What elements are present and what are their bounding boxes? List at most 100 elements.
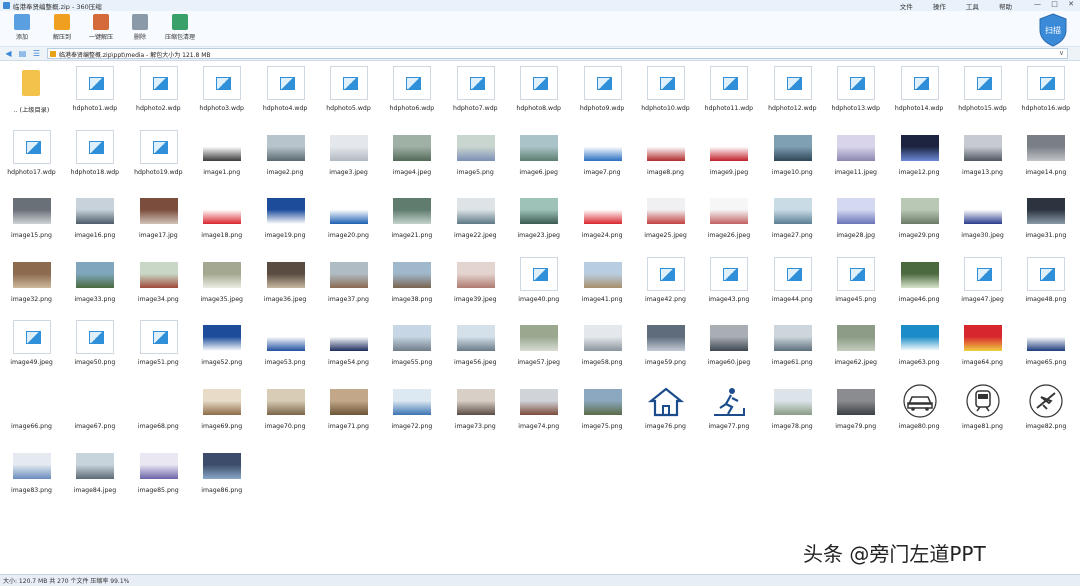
file-item[interactable]: image58.png: [571, 316, 634, 378]
file-item[interactable]: image36.jpeg: [254, 253, 317, 315]
file-item[interactable]: image8.png: [634, 126, 697, 188]
file-item[interactable]: image38.png: [380, 253, 443, 315]
file-item[interactable]: hdphoto9.wdp: [571, 62, 634, 124]
file-item[interactable]: image12.png: [888, 126, 951, 188]
file-item[interactable]: hdphoto10.wdp: [634, 62, 697, 124]
file-item[interactable]: image40.png: [507, 253, 570, 315]
file-item[interactable]: image24.png: [571, 189, 634, 251]
file-item[interactable]: image5.png: [444, 126, 507, 188]
extract-to-button[interactable]: 解压到: [42, 14, 82, 41]
file-item[interactable]: image57.jpeg: [507, 316, 570, 378]
file-item[interactable]: image15.png: [0, 189, 63, 251]
file-item[interactable]: image81.png: [951, 380, 1014, 442]
file-item[interactable]: hdphoto14.wdp: [888, 62, 951, 124]
file-item[interactable]: image50.png: [63, 316, 126, 378]
file-item[interactable]: hdphoto12.wdp: [761, 62, 824, 124]
file-item[interactable]: image25.jpeg: [634, 189, 697, 251]
file-item[interactable]: image21.png: [380, 189, 443, 251]
file-item[interactable]: image70.png: [254, 380, 317, 442]
delete-button[interactable]: 删除: [120, 14, 160, 41]
file-item[interactable]: image86.png: [190, 444, 253, 506]
security-shield-icon[interactable]: 扫描: [1038, 13, 1068, 47]
file-item[interactable]: image65.png: [1014, 316, 1077, 378]
file-item[interactable]: hdphoto7.wdp: [444, 62, 507, 124]
file-item[interactable]: image2.png: [254, 126, 317, 188]
file-item[interactable]: image11.jpeg: [824, 126, 887, 188]
file-item[interactable]: image7.png: [571, 126, 634, 188]
archive-clean-button[interactable]: 压缩包清理: [158, 14, 202, 41]
file-item[interactable]: image85.png: [127, 444, 190, 506]
file-item[interactable]: image76.png: [634, 380, 697, 442]
file-item[interactable]: image33.png: [63, 253, 126, 315]
file-item[interactable]: image56.jpeg: [444, 316, 507, 378]
file-item[interactable]: image16.png: [63, 189, 126, 251]
file-item[interactable]: image45.png: [824, 253, 887, 315]
file-item[interactable]: image53.png: [254, 316, 317, 378]
file-item[interactable]: image67.png: [63, 380, 126, 442]
file-item[interactable]: hdphoto15.wdp: [951, 62, 1014, 124]
menu-file[interactable]: 文件: [900, 3, 913, 11]
file-item[interactable]: image44.png: [761, 253, 824, 315]
file-item[interactable]: hdphoto8.wdp: [507, 62, 570, 124]
file-item[interactable]: hdphoto1.wdp: [63, 62, 126, 124]
file-item[interactable]: hdphoto5.wdp: [317, 62, 380, 124]
menu-actions[interactable]: 操作: [933, 3, 946, 11]
file-item[interactable]: hdphoto11.wdp: [697, 62, 760, 124]
file-item[interactable]: image72.png: [380, 380, 443, 442]
file-item[interactable]: image14.png: [1014, 126, 1077, 188]
file-item[interactable]: image68.png: [127, 380, 190, 442]
file-item[interactable]: image75.png: [571, 380, 634, 442]
file-item[interactable]: image37.png: [317, 253, 380, 315]
file-item[interactable]: image30.jpeg: [951, 189, 1014, 251]
file-item[interactable]: image39.jpeg: [444, 253, 507, 315]
file-item[interactable]: image27.png: [761, 189, 824, 251]
file-item[interactable]: image32.png: [0, 253, 63, 315]
one-click-extract-button[interactable]: 一键解压: [81, 14, 121, 41]
chevron-down-icon[interactable]: ∨: [1059, 49, 1064, 57]
menu-help[interactable]: 帮助: [999, 3, 1012, 11]
file-item[interactable]: image83.png: [0, 444, 63, 506]
file-item[interactable]: image13.png: [951, 126, 1014, 188]
file-item[interactable]: hdphoto13.wdp: [824, 62, 887, 124]
file-item[interactable]: image61.png: [761, 316, 824, 378]
file-item[interactable]: image41.png: [571, 253, 634, 315]
file-item[interactable]: image42.png: [634, 253, 697, 315]
file-item[interactable]: image80.png: [888, 380, 951, 442]
file-item[interactable]: image51.png: [127, 316, 190, 378]
file-item[interactable]: image35.jpeg: [190, 253, 253, 315]
file-item[interactable]: image77.png: [697, 380, 760, 442]
file-item[interactable]: .. (上级目录): [0, 62, 63, 124]
menu-tools[interactable]: 工具: [966, 3, 979, 11]
file-item[interactable]: image26.jpeg: [697, 189, 760, 251]
file-item[interactable]: image9.jpeg: [697, 126, 760, 188]
file-item[interactable]: image10.png: [761, 126, 824, 188]
file-item[interactable]: hdphoto18.wdp: [63, 126, 126, 188]
file-item[interactable]: image6.jpeg: [507, 126, 570, 188]
file-item[interactable]: image23.jpeg: [507, 189, 570, 251]
file-item[interactable]: image49.jpeg: [0, 316, 63, 378]
path-field[interactable]: 临港奉贤编整概.zip\ppt\media - 解包大小为 121.8 MB ∨: [47, 48, 1068, 59]
file-item[interactable]: image54.png: [317, 316, 380, 378]
file-item[interactable]: image63.png: [888, 316, 951, 378]
file-item[interactable]: image47.jpeg: [951, 253, 1014, 315]
file-item[interactable]: hdphoto4.wdp: [254, 62, 317, 124]
file-item[interactable]: image18.png: [190, 189, 253, 251]
file-item[interactable]: image55.png: [380, 316, 443, 378]
file-item[interactable]: image62.jpeg: [824, 316, 887, 378]
file-item[interactable]: image17.jpg: [127, 189, 190, 251]
maximize-button[interactable]: □: [1051, 0, 1058, 8]
back-arrow-icon[interactable]: ◀: [4, 49, 13, 58]
file-item[interactable]: image66.png: [0, 380, 63, 442]
file-item[interactable]: image71.png: [317, 380, 380, 442]
close-button[interactable]: ✕: [1068, 0, 1074, 8]
file-item[interactable]: image22.jpeg: [444, 189, 507, 251]
file-item[interactable]: image82.png: [1014, 380, 1077, 442]
file-item[interactable]: image43.png: [697, 253, 760, 315]
file-item[interactable]: hdphoto3.wdp: [190, 62, 253, 124]
file-item[interactable]: image64.png: [951, 316, 1014, 378]
file-item[interactable]: image78.png: [761, 380, 824, 442]
add-button[interactable]: 添加: [2, 14, 42, 41]
file-item[interactable]: image34.png: [127, 253, 190, 315]
file-item[interactable]: hdphoto16.wdp: [1014, 62, 1077, 124]
file-item[interactable]: image84.jpeg: [63, 444, 126, 506]
